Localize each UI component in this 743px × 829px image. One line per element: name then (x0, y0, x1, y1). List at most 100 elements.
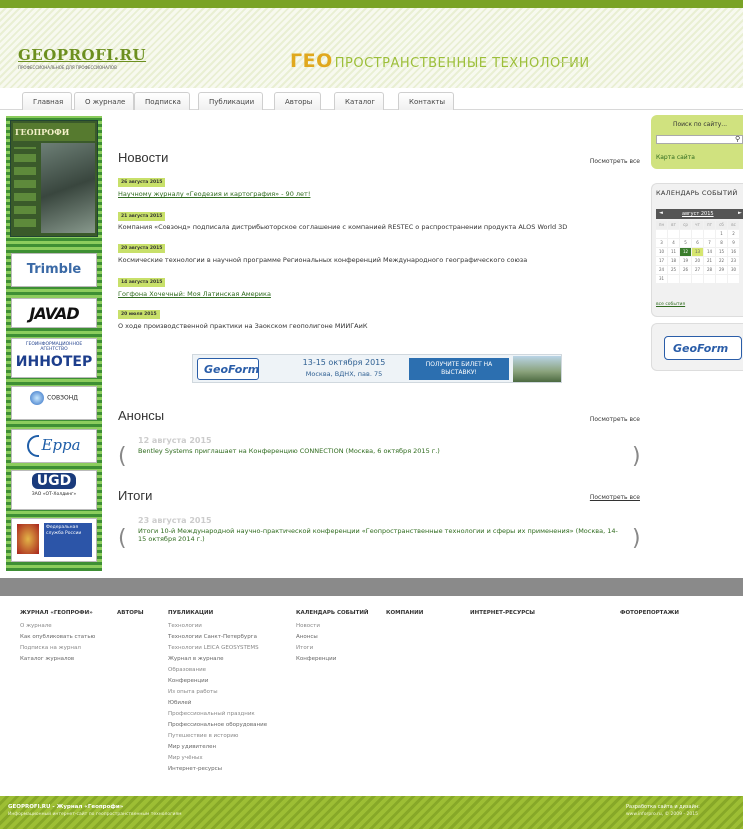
calendar-day[interactable]: 4 (668, 239, 679, 247)
gov-banner[interactable]: Федеральная служба России (11, 518, 97, 562)
calendar-day[interactable]: 16 (728, 248, 739, 256)
calendar-all-events-link[interactable]: все события (656, 302, 685, 307)
calendar-day[interactable] (668, 230, 679, 238)
tab-about[interactable]: О журнале (74, 92, 135, 110)
calendar-day[interactable]: 17 (656, 257, 667, 265)
carousel-prev-arrow[interactable]: ( (118, 528, 127, 550)
footer-column-heading[interactable]: ФОТОРЕПОРТАЖИ (620, 610, 679, 616)
footer-link[interactable]: Технологии Санкт-Петербурга (168, 634, 267, 640)
calendar-day[interactable]: 29 (716, 266, 727, 274)
footer-link[interactable]: Интернет-ресурсы (168, 766, 267, 772)
results-text[interactable]: Итоги 10-й Международной научно-практиче… (138, 527, 618, 543)
search-icon[interactable]: ⚲ (735, 135, 740, 143)
footer-link[interactable]: Из опыта работы (168, 689, 267, 695)
geoform-ad-banner[interactable]: GeoForm 13-15 октября 2015 Москва, ВДНХ,… (192, 354, 562, 383)
footer-link[interactable]: Юбилей (168, 700, 267, 706)
logo-text[interactable]: GEOPROFI.RU (18, 46, 146, 64)
calendar-day[interactable] (680, 230, 691, 238)
news-item-title[interactable]: Научному журналу «Геодезия и картография… (118, 190, 640, 198)
carousel-next-arrow[interactable]: ) (632, 446, 641, 468)
news-item-title[interactable]: Космические технологии в научной програм… (118, 256, 640, 264)
footer-column-heading[interactable]: КОМПАНИИ (386, 610, 423, 616)
calendar-day[interactable]: 25 (668, 266, 679, 274)
calendar-day[interactable]: 3 (656, 239, 667, 247)
tab-catalog[interactable]: Каталог (334, 92, 385, 110)
calendar-day[interactable] (680, 275, 691, 283)
calendar-day[interactable]: 12 (680, 248, 691, 256)
geppa-banner[interactable]: Ерра (11, 429, 97, 463)
results-see-all-link[interactable]: Посмотреть все (590, 494, 640, 501)
trimble-banner[interactable]: Trimble (11, 253, 97, 287)
sovzond-banner[interactable]: СОВЗОНД (11, 386, 97, 420)
calendar-day[interactable] (716, 275, 727, 283)
news-item-title[interactable]: Компания «Совзонд» подписала дистрибьюто… (118, 223, 640, 231)
calendar-day[interactable]: 2 (728, 230, 739, 238)
footer-column-heading[interactable]: ИНТЕРНЕТ-РЕСУРСЫ (470, 610, 535, 616)
tab-home[interactable]: Главная (22, 92, 73, 110)
calendar-day[interactable]: 31 (656, 275, 667, 283)
footer-link[interactable]: Каталог журналов (20, 656, 95, 662)
footer-link[interactable]: Анонсы (296, 634, 369, 640)
calendar-day[interactable]: 11 (668, 248, 679, 256)
calendar-day[interactable]: 19 (680, 257, 691, 265)
developer-link[interactable]: www.inforpro.ru, © 2009 - 2015 (626, 812, 698, 817)
calendar-day[interactable]: 27 (692, 266, 703, 274)
calendar-day[interactable]: 23 (728, 257, 739, 265)
calendar-day[interactable]: 15 (716, 248, 727, 256)
footer-column-heading[interactable]: АВТОРЫ (117, 610, 144, 616)
footer-link[interactable]: Журнал в журнале (168, 656, 267, 662)
calendar-day[interactable]: 7 (704, 239, 715, 247)
calendar-day[interactable] (704, 230, 715, 238)
calendar-day[interactable] (728, 275, 739, 283)
calendar-day[interactable] (692, 230, 703, 238)
magazine-cover[interactable]: ГЕОПРОФИ (10, 120, 98, 237)
calendar-day[interactable] (668, 275, 679, 283)
calendar-day[interactable]: 22 (716, 257, 727, 265)
calendar-day[interactable]: 30 (728, 266, 739, 274)
footer-link[interactable]: Технологии LEICA GEOSYSTEMS (168, 645, 267, 651)
tab-subscribe[interactable]: Подписка (134, 92, 190, 110)
announcement-text[interactable]: Bentley Systems приглашает на Конференци… (138, 447, 618, 455)
footer-link[interactable]: О журнале (20, 623, 95, 629)
footer-column-heading[interactable]: ЖУРНАЛ «ГЕОПРОФИ» (20, 610, 95, 616)
search-input[interactable] (656, 135, 743, 144)
calendar-day[interactable]: 10 (656, 248, 667, 256)
calendar-month[interactable]: август 2015 (682, 211, 714, 217)
calendar-day[interactable]: 1 (716, 230, 727, 238)
calendar-day[interactable]: 6 (692, 239, 703, 247)
footer-column-heading[interactable]: КАЛЕНДАРЬ СОБЫТИЙ (296, 610, 369, 616)
tab-authors[interactable]: Авторы (274, 92, 322, 110)
calendar-day[interactable]: 14 (704, 248, 715, 256)
calendar-day[interactable]: 18 (668, 257, 679, 265)
calendar-day[interactable]: 20 (692, 257, 703, 265)
news-item-title[interactable]: Гогфона Хочечный: Моя Латинская Америка (118, 290, 640, 298)
announcements-see-all-link[interactable]: Посмотреть все (590, 416, 640, 423)
calendar-day[interactable] (704, 275, 715, 283)
footer-link[interactable]: Новости (296, 623, 369, 629)
calendar-day[interactable]: 5 (680, 239, 691, 247)
calendar-day[interactable]: 13 (692, 248, 703, 256)
carousel-prev-arrow[interactable]: ( (118, 446, 127, 468)
footer-link[interactable]: Подписка на журнал (20, 645, 95, 651)
sitemap-link[interactable]: Карта сайта (656, 154, 695, 161)
footer-link[interactable]: Путешествие в историю (168, 733, 267, 739)
footer-link[interactable]: Технологии (168, 623, 267, 629)
javad-banner[interactable]: JAVAD (11, 298, 97, 328)
calendar-next-icon[interactable]: ► (738, 210, 742, 216)
site-logo[interactable]: GEOPROFI.RU ПРОФЕССИОНАЛЬНОЕ ДЛЯ ПРОФЕСС… (18, 46, 146, 70)
calendar-day[interactable] (656, 230, 667, 238)
calendar-day[interactable]: 28 (704, 266, 715, 274)
copyright-title[interactable]: GEOPROFI.RU - Журнал «Геопрофи» (8, 804, 123, 810)
footer-link[interactable]: Мир удивителен (168, 744, 267, 750)
calendar-day[interactable]: 8 (716, 239, 727, 247)
news-item-title[interactable]: О ходе производственной практики на Заок… (118, 322, 640, 330)
calendar-day[interactable]: 24 (656, 266, 667, 274)
calendar-prev-icon[interactable]: ◄ (659, 210, 663, 216)
ad-ticket-button[interactable]: ПОЛУЧИТЕ БИЛЕТ НА ВЫСТАВКУ! (409, 358, 509, 380)
calendar-day[interactable] (692, 275, 703, 283)
tab-publications[interactable]: Публикации (198, 92, 264, 110)
footer-link[interactable]: Профессиональный праздник (168, 711, 267, 717)
footer-link[interactable]: Образование (168, 667, 267, 673)
footer-column-heading[interactable]: ПУБЛИКАЦИИ (168, 610, 267, 616)
footer-link[interactable]: Конференции (168, 678, 267, 684)
